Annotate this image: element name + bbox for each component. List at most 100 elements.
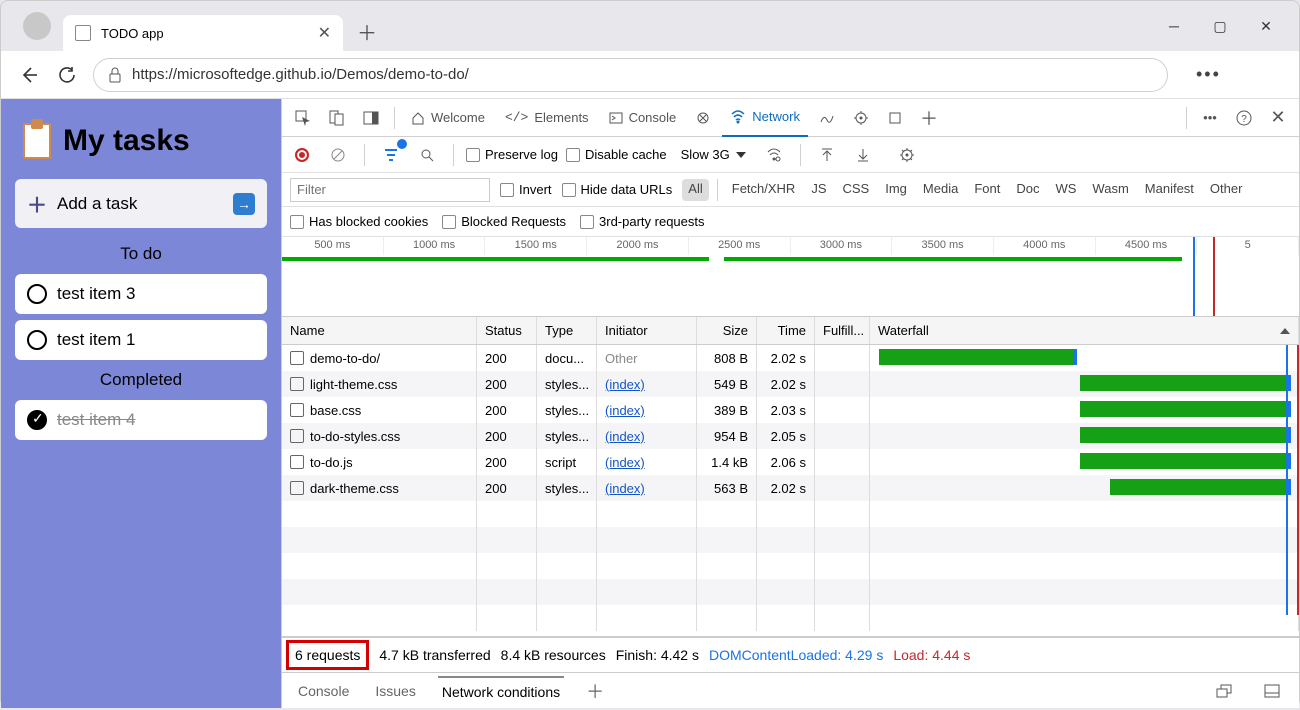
search-icon[interactable] <box>413 141 441 169</box>
tab-welcome[interactable]: Welcome <box>403 99 493 137</box>
disable-cache-checkbox[interactable]: Disable cache <box>566 147 667 162</box>
record-button[interactable] <box>288 141 316 169</box>
export-har-icon[interactable] <box>849 141 877 169</box>
submit-task-button[interactable]: → <box>233 193 255 215</box>
column-time[interactable]: Time <box>757 317 815 344</box>
drawer-tab-network-conditions[interactable]: Network conditions <box>438 676 564 706</box>
tab-title: TODO app <box>101 26 308 41</box>
request-fulfilled <box>815 423 870 449</box>
help-icon[interactable]: ? <box>1229 103 1259 133</box>
hide-data-urls-checkbox[interactable]: Hide data URLs <box>562 182 673 197</box>
dock-side-icon[interactable] <box>356 103 386 133</box>
task-item[interactable]: test item 1 <box>15 320 267 360</box>
initiator-link[interactable]: (index) <box>605 377 645 392</box>
clear-button[interactable] <box>324 141 352 169</box>
filter-chip-fetchxhr[interactable]: Fetch/XHR <box>726 179 802 201</box>
request-row[interactable]: to-do-styles.css200styles...(index)954 B… <box>282 423 1299 449</box>
drawer-expand-icon[interactable] <box>1209 676 1239 706</box>
performance-icon[interactable] <box>812 103 842 133</box>
add-tab-icon[interactable]: ＋ <box>914 103 944 133</box>
filter-chip-wasm[interactable]: Wasm <box>1086 179 1134 201</box>
request-status: 200 <box>477 397 537 423</box>
network-filter-bar: Invert Hide data URLs All Fetch/XHRJSCSSI… <box>282 173 1299 207</box>
application-icon[interactable] <box>846 103 876 133</box>
request-waterfall <box>870 345 1299 371</box>
tab-elements[interactable]: </> Elements <box>497 99 597 137</box>
blocked-cookies-checkbox[interactable]: Has blocked cookies <box>290 214 428 229</box>
drawer-tab-console[interactable]: Console <box>294 677 353 705</box>
column-type[interactable]: Type <box>537 317 597 344</box>
filter-chip-css[interactable]: CSS <box>837 179 876 201</box>
initiator-link[interactable]: (index) <box>605 481 645 496</box>
column-size[interactable]: Size <box>697 317 757 344</box>
minimize-button[interactable]: ─ <box>1151 10 1197 42</box>
timeline-tick: 500 ms <box>282 237 384 255</box>
devtools-menu-icon[interactable]: ••• <box>1195 103 1225 133</box>
column-name[interactable]: Name <box>282 317 477 344</box>
more-panels-icon[interactable] <box>880 103 910 133</box>
filter-chip-manifest[interactable]: Manifest <box>1139 179 1200 201</box>
network-timeline[interactable]: 500 ms1000 ms1500 ms2000 ms2500 ms3000 m… <box>282 237 1299 317</box>
refresh-button[interactable] <box>55 63 79 87</box>
request-waterfall <box>870 449 1299 475</box>
inspect-element-icon[interactable] <box>288 103 318 133</box>
request-time: 2.05 s <box>757 423 815 449</box>
sources-icon[interactable] <box>688 103 718 133</box>
blocked-requests-checkbox[interactable]: Blocked Requests <box>442 214 566 229</box>
import-har-icon[interactable] <box>813 141 841 169</box>
task-checkbox-icon[interactable] <box>27 410 47 430</box>
column-waterfall[interactable]: Waterfall <box>870 317 1299 344</box>
tab-console[interactable]: Console <box>601 99 685 137</box>
tab-network[interactable]: Network <box>722 99 808 137</box>
filter-chip-other[interactable]: Other <box>1204 179 1249 201</box>
third-party-checkbox[interactable]: 3rd-party requests <box>580 214 705 229</box>
request-type: script <box>537 449 597 475</box>
task-item[interactable]: test item 3 <box>15 274 267 314</box>
network-settings-icon[interactable] <box>893 141 921 169</box>
filter-chip-img[interactable]: Img <box>879 179 913 201</box>
request-row[interactable]: to-do.js200script(index)1.4 kB2.06 s <box>282 449 1299 475</box>
add-task-input[interactable]: ＋ Add a task → <box>15 179 267 228</box>
filter-chip-media[interactable]: Media <box>917 179 964 201</box>
task-item-completed[interactable]: test item 4 <box>15 400 267 440</box>
request-row[interactable]: light-theme.css200styles...(index)549 B2… <box>282 371 1299 397</box>
close-devtools-icon[interactable]: ✕ <box>1263 103 1293 133</box>
request-type: docu... <box>537 345 597 371</box>
filter-chip-font[interactable]: Font <box>968 179 1006 201</box>
preserve-log-checkbox[interactable]: Preserve log <box>466 147 558 162</box>
drawer-add-tab[interactable]: ＋ <box>582 672 608 710</box>
close-tab-icon[interactable]: ✕ <box>318 23 331 43</box>
url-box[interactable]: https://microsoftedge.github.io/Demos/de… <box>93 58 1168 92</box>
back-button[interactable] <box>17 63 41 87</box>
filter-chip-all[interactable]: All <box>682 179 708 201</box>
browser-menu-button[interactable]: ••• <box>1196 64 1221 85</box>
maximize-button[interactable]: ▢ <box>1197 10 1243 42</box>
device-emulation-icon[interactable] <box>322 103 352 133</box>
drawer-tab-issues[interactable]: Issues <box>371 677 419 705</box>
invert-checkbox[interactable]: Invert <box>500 182 552 197</box>
column-initiator[interactable]: Initiator <box>597 317 697 344</box>
profile-avatar-icon[interactable] <box>23 12 51 40</box>
close-window-button[interactable]: ✕ <box>1243 10 1289 42</box>
task-checkbox-icon[interactable] <box>27 284 47 304</box>
filter-chip-js[interactable]: JS <box>805 179 832 201</box>
task-checkbox-icon[interactable] <box>27 330 47 350</box>
column-status[interactable]: Status <box>477 317 537 344</box>
filter-input[interactable] <box>290 178 490 202</box>
filter-toggle-icon[interactable] <box>377 141 405 169</box>
filter-chip-doc[interactable]: Doc <box>1010 179 1045 201</box>
request-row[interactable]: demo-to-do/200docu...Other808 B2.02 s <box>282 345 1299 371</box>
initiator-link[interactable]: (index) <box>605 429 645 444</box>
url-text: https://microsoftedge.github.io/Demos/de… <box>132 66 1153 83</box>
filter-chip-ws[interactable]: WS <box>1049 179 1082 201</box>
browser-tab[interactable]: TODO app ✕ <box>63 15 343 51</box>
request-row[interactable]: dark-theme.css200styles...(index)563 B2.… <box>282 475 1299 501</box>
wifi-icon[interactable] <box>760 141 788 169</box>
initiator-link[interactable]: (index) <box>605 403 645 418</box>
drawer-collapse-icon[interactable] <box>1257 676 1287 706</box>
request-row[interactable]: base.css200styles...(index)389 B2.03 s <box>282 397 1299 423</box>
initiator-link[interactable]: (index) <box>605 455 645 470</box>
throttling-select[interactable]: Slow 3G <box>675 145 752 164</box>
column-fulfilled[interactable]: Fulfill... <box>815 317 870 344</box>
new-tab-button[interactable]: ＋ <box>351 15 383 47</box>
